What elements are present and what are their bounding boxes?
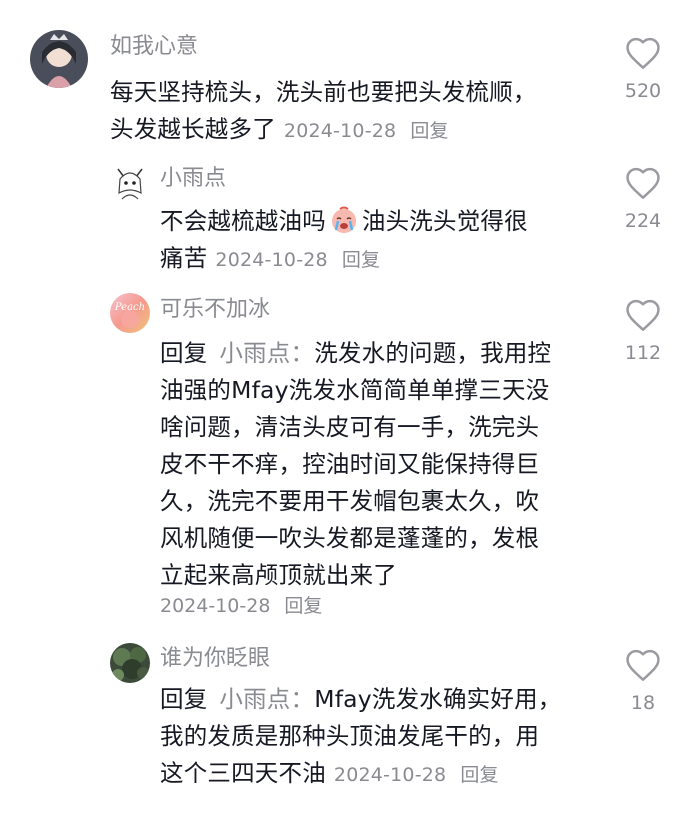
comment-text: 回复 小雨点：洗发水的问题，我用控 油强的Mfay洗发水简简单单撑三天没 啥问题，… <box>160 335 551 594</box>
comment-line: 痛苦 <box>160 244 208 272</box>
comment-line: 皮不干不痒，控油时间又能保持得巨 <box>160 450 540 478</box>
username[interactable]: 如我心意 <box>110 32 198 62</box>
reply-button[interactable]: 回复 <box>342 249 380 271</box>
username[interactable]: 小雨点 <box>160 164 226 194</box>
comment-line: Mfay洗发水确实好用， <box>314 685 562 713</box>
avatar[interactable]: Peach <box>110 293 150 333</box>
reply-button[interactable]: 回复 <box>284 595 322 617</box>
comment-line: 每天坚持梳头，洗头前也要把头发梳顺， <box>110 78 537 106</box>
heart-outline-icon[interactable] <box>624 298 662 332</box>
comment-line: 我的发质是那种头顶油发尾干的，用 <box>160 722 540 750</box>
comment-text: 回复 小雨点：Mfay洗发水确实好用， 我的发质是那种头顶油发尾干的，用 这个三四… <box>160 681 561 794</box>
reply-prefix: 回复 <box>160 339 208 367</box>
like-count: 520 <box>624 80 662 102</box>
comment-date: 2024-10-28 <box>333 764 447 786</box>
heart-outline-icon[interactable] <box>624 648 662 682</box>
comment-date: 2024-10-28 <box>283 120 397 142</box>
avatar[interactable] <box>30 30 88 88</box>
comment-line: 油头洗头觉得很 <box>361 207 528 235</box>
like-button[interactable]: 224 <box>608 166 678 232</box>
heart-outline-icon[interactable] <box>624 36 662 70</box>
like-button[interactable]: 112 <box>608 298 678 364</box>
comment-date: 2024-10-28 <box>215 249 328 271</box>
avatar[interactable] <box>110 643 150 683</box>
comment-line: 油强的Mfay洗发水简简单单撑三天没 <box>160 376 550 404</box>
reply-prefix: 回复 <box>160 685 208 713</box>
avatar-text: Peach <box>114 302 145 313</box>
heart-outline-icon[interactable] <box>624 166 662 200</box>
comment-line: 这个三四天不油 <box>160 759 326 787</box>
like-button[interactable]: 520 <box>608 36 678 102</box>
reply-target[interactable]: 小雨点： <box>219 339 314 367</box>
comment-line: 立起来高颅顶就出来了 <box>160 561 397 589</box>
comment-line: 久，洗完不要用干发帽包裹太久，吹 <box>160 487 540 515</box>
reply-button[interactable]: 回复 <box>410 120 448 142</box>
crying-face-emoji <box>331 206 356 233</box>
like-count: 112 <box>624 342 662 364</box>
comment-text: 每天坚持梳头，洗头前也要把头发梳顺， 头发越长越多了 2024-10-28 回复 <box>110 74 537 150</box>
like-button[interactable]: 18 <box>608 648 678 714</box>
comment-line: 啥问题，清洁头皮可有一手，洗完头 <box>160 413 540 441</box>
comment-line: 风机随便一吹头发都是蓬蓬的，发根 <box>160 524 540 552</box>
reply-target[interactable]: 小雨点： <box>219 685 314 713</box>
username[interactable]: 谁为你眨眼 <box>160 644 270 674</box>
comment-line: 头发越长越多了 <box>110 115 276 143</box>
like-count: 18 <box>630 692 656 714</box>
comment-meta: 2024-10-28 回复 <box>160 591 322 621</box>
username[interactable]: 可乐不加冰 <box>160 295 270 325</box>
comment-date: 2024-10-28 <box>160 595 271 617</box>
avatar[interactable] <box>110 163 150 203</box>
comment-line: 不会越梳越油吗 <box>160 207 326 235</box>
comment-line: 洗发水的问题，我用控 <box>314 339 552 367</box>
comment-text: 不会越梳越油吗 油头洗头觉得很 痛苦 2024-10-28 回复 <box>160 203 528 279</box>
reply-button[interactable]: 回复 <box>460 764 498 786</box>
like-count: 224 <box>624 210 662 232</box>
